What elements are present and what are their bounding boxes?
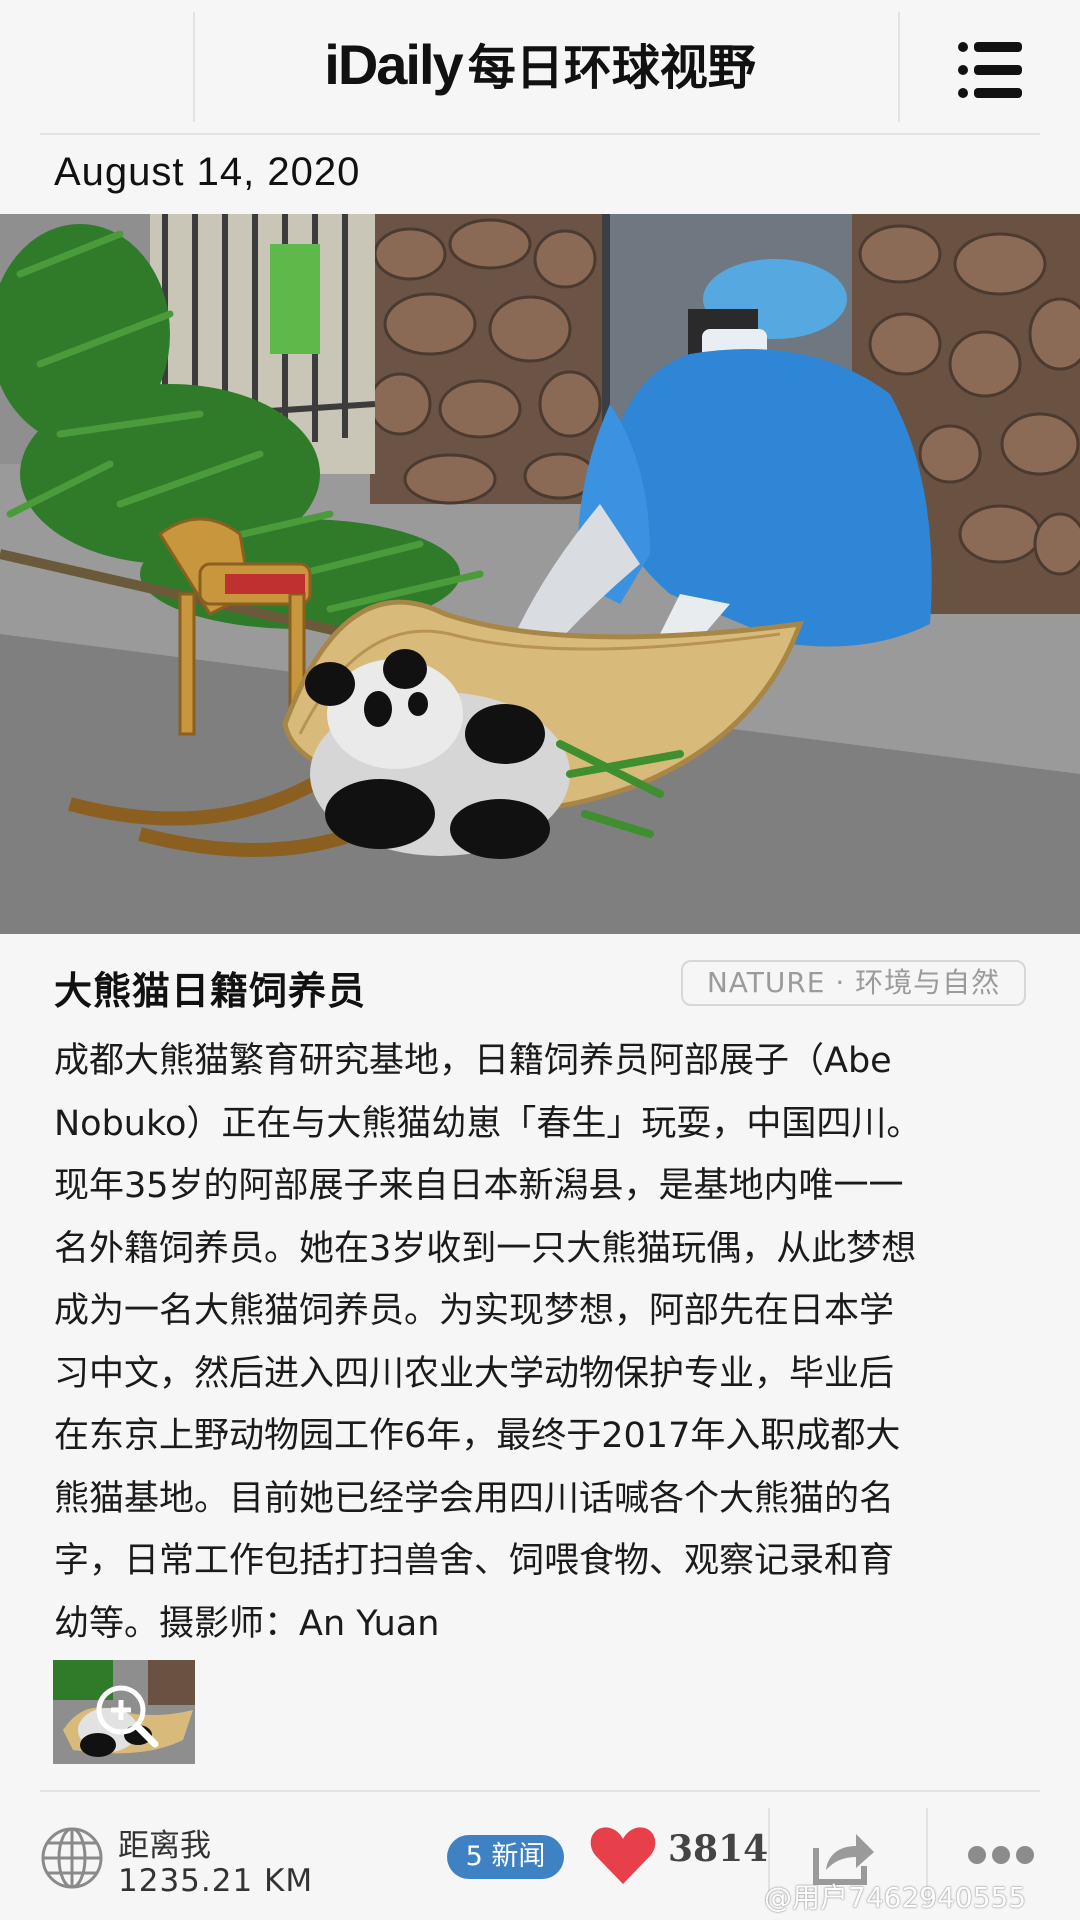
distance-value: 1235.21 KM — [118, 1863, 314, 1899]
article-body: 成都大熊猫繁育研究基地，日籍饲养员阿部展子（Abe Nobuko）正在与大熊猫幼… — [54, 1030, 1044, 1655]
brand-logo: iDaily 每日环球视野 — [0, 28, 1080, 98]
article-photo[interactable] — [0, 214, 1080, 934]
menu-button[interactable] — [958, 42, 1022, 98]
body-line: Nobuko）正在与大熊猫幼崽「春生」玩耍，中国四川。 — [54, 1103, 922, 1144]
distance-label: 距离我 — [118, 1828, 211, 1864]
photo-thumbnail[interactable] — [53, 1660, 195, 1764]
body-line: 在东京上野动物园工作6年，最终于2017年入职成都大 — [54, 1416, 901, 1456]
body-line: 习中文，然后进入四川农业大学动物保护专业，毕业后 — [54, 1353, 895, 1394]
like-button[interactable] — [590, 1826, 656, 1886]
footer-divider-line — [40, 1790, 1040, 1792]
header-divider-line — [40, 133, 1040, 135]
article-title: 大熊猫日籍饲养员 — [54, 969, 367, 1013]
body-line: 名外籍饲养员。她在3岁收到一只大熊猫玩偶，从此梦想 — [54, 1228, 917, 1269]
body-line: 成为一名大熊猫饲养员。为实现梦想，阿部先在日本学 — [54, 1291, 895, 1331]
app-header: iDaily 每日环球视野 — [0, 0, 1080, 135]
brand-name-cn: 每日环球视野 — [467, 40, 756, 96]
like-count: 3814 — [668, 1828, 769, 1870]
body-line: 熊猫基地。目前她已经学会用四川话喊各个大熊猫的名 — [54, 1478, 895, 1519]
body-line: 幼等。摄影师：An Yuan — [54, 1603, 440, 1644]
body-line: 成都大熊猫繁育研究基地，日籍饲养员阿部展子（Abe — [54, 1041, 892, 1081]
more-options-button[interactable] — [968, 1846, 1034, 1866]
news-count-badge[interactable]: 5 新闻 — [447, 1835, 564, 1879]
article-date: August 14, 2020 — [54, 150, 361, 194]
body-line: 现年35岁的阿部展子来自日本新潟县，是基地内唯一一 — [54, 1166, 904, 1206]
body-line: 字，日常工作包括打扫兽舍、饲喂食物、观察记录和育 — [54, 1541, 895, 1581]
brand-name-en: iDaily — [324, 33, 463, 96]
header-divider-right — [898, 12, 900, 122]
globe-icon — [40, 1826, 104, 1890]
heart-icon — [590, 1827, 656, 1884]
category-tag[interactable]: NATURE · 环境与自然 — [681, 960, 1026, 1006]
watermark: @用户7462940555 — [764, 1881, 1027, 1914]
